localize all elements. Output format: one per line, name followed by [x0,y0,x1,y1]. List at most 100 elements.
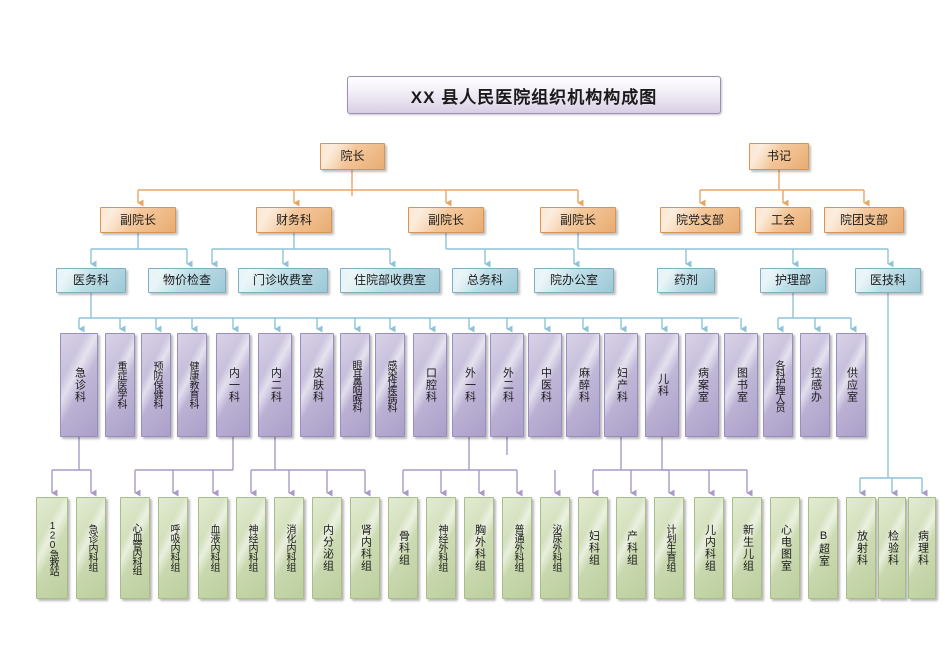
org-node-label: 心血管内科组 [130,522,141,574]
org-node-label: 急诊内科组 [86,524,97,572]
org-node-fuyuanzhang-2[interactable]: 副院长 [408,207,484,233]
org-node-fuchanke[interactable]: 妇产科 [604,333,638,437]
org-node-yuanbangongshi[interactable]: 院办公室 [534,268,614,293]
org-node-fukezu[interactable]: 妇科组 [578,497,608,599]
org-node-erneikezu[interactable]: 儿内科组 [694,497,724,599]
org-node-label: 工会 [770,212,795,227]
org-node-jijiuzhan120[interactable]: 120急救站 [36,497,68,599]
org-node-gukezu[interactable]: 骨科组 [388,497,418,599]
org-node-label: 心电图室 [779,524,792,572]
org-node-fangshieke[interactable]: 放射科 [846,497,876,599]
org-node-erke[interactable]: 儿科 [645,333,679,437]
org-node-bingantshi[interactable]: 病案室 [685,333,719,437]
org-node-neiyike[interactable]: 内一科 [216,333,250,437]
org-node-label: 院长 [340,149,365,164]
org-node-label: 副院长 [427,212,464,227]
org-node-label: 重症医学科 [115,361,126,409]
org-node-yaoji[interactable]: 药剂 [657,268,715,293]
org-node-wujiajiancha[interactable]: 物价检查 [148,268,226,293]
org-node-bchaoshi[interactable]: B超室 [808,497,838,599]
org-node-fuyuanzhang-1[interactable]: 副院长 [100,207,176,233]
org-node-shenjingwaikezu[interactable]: 神经外科组 [426,497,456,599]
org-node-yuanzhang[interactable]: 院长 [320,143,385,170]
org-node-label: 供应室 [845,367,858,403]
org-node-yijike[interactable]: 医技科 [855,268,921,293]
org-node-label: 普通外科组 [512,524,523,572]
org-node-gekehuliyuan[interactable]: 各科护理人员 [763,333,793,437]
org-node-zhongzhengyixueke[interactable]: 重症医学科 [105,333,135,437]
org-node-label: 财务科 [275,212,312,227]
org-node-menzhenshoufeishi[interactable]: 门诊收费室 [238,268,328,293]
org-node-yiwuke[interactable]: 医务科 [56,268,126,293]
org-node-shenneikezu[interactable]: 肾内科组 [350,497,380,599]
org-node-neifenmizu[interactable]: 内分泌组 [312,497,342,599]
org-node-label: 急诊科 [73,367,86,403]
page-title: XX 县人民医院组织机构构成图 [347,76,721,114]
org-node-xiaohuaneikezu[interactable]: 消化内科组 [274,497,304,599]
org-node-mazuike[interactable]: 麻醉科 [566,333,600,437]
org-node-miniaowaikezu[interactable]: 泌尿外科组 [540,497,570,599]
org-node-waiyike[interactable]: 外一科 [452,333,486,437]
org-node-label: 住院部收费室 [353,273,426,288]
org-node-zongwuke[interactable]: 总务科 [452,268,518,293]
org-node-yanerbiyanhouke[interactable]: 眼耳鼻咽喉科 [340,333,370,437]
org-node-jizhenneikezu[interactable]: 急诊内科组 [76,497,106,599]
org-node-label: 院团支部 [839,212,888,227]
org-node-label: 呼吸内科组 [168,524,179,572]
org-node-huxineikezu[interactable]: 呼吸内科组 [158,497,188,599]
org-node-zhongyike[interactable]: 中医科 [528,333,562,437]
org-node-xiongwaikezu[interactable]: 胸外科组 [464,497,494,599]
org-node-label: 检验科 [886,530,899,566]
org-node-ganranxingjibingke[interactable]: 感染性疾病科 [375,333,405,437]
org-node-label: 感染性疾病科 [385,359,396,411]
org-node-fuyuanzhang-3[interactable]: 副院长 [540,207,616,233]
org-node-kouqiangke[interactable]: 口腔科 [413,333,447,437]
org-node-shuji[interactable]: 书记 [749,143,809,170]
org-node-xindiantushi[interactable]: 心电图室 [770,497,800,599]
org-node-neierke[interactable]: 内二科 [258,333,292,437]
org-node-label: 内二科 [269,367,282,403]
org-node-shenjingneikezu[interactable]: 神经内科组 [236,497,266,599]
org-node-chankezu[interactable]: 产科组 [616,497,646,599]
org-node-label: 神经内科组 [246,524,257,572]
org-node-xinxueguanneikezu[interactable]: 心血管内科组 [120,497,150,599]
org-node-label: 神经外科组 [436,524,447,572]
org-node-label: 副院长 [559,212,596,227]
org-node-gonghui[interactable]: 工会 [755,207,811,233]
org-node-yufangbaojianke[interactable]: 预防保健科 [141,333,171,437]
org-node-label: 护理部 [774,273,811,288]
org-node-yuantuanzhibu[interactable]: 院团支部 [824,207,904,233]
org-node-label: 儿内科组 [703,524,716,572]
org-node-label: 麻醉科 [577,367,590,403]
org-node-gongyingshi[interactable]: 供应室 [836,333,866,437]
org-node-label: 外一科 [463,367,476,403]
org-node-jianyanke[interactable]: 检验科 [878,497,906,599]
org-node-jiankangjiaoyuke[interactable]: 健康教育科 [177,333,207,437]
org-node-waierke[interactable]: 外二科 [490,333,524,437]
org-node-xinshengerzu[interactable]: 新生儿组 [732,497,762,599]
org-node-yuandangzhibu[interactable]: 院党支部 [660,207,740,233]
org-node-tushushi[interactable]: 图书室 [724,333,758,437]
org-node-label: 图书室 [735,367,748,403]
org-node-jizhenke[interactable]: 急诊科 [60,333,98,437]
org-node-caiwuke[interactable]: 财务科 [256,207,332,233]
org-node-label: 物价检查 [162,273,211,288]
org-node-xueyeneikezu[interactable]: 血液内科组 [198,497,228,599]
org-node-pifuke[interactable]: 皮肤科 [300,333,334,437]
org-node-label: 血液内科组 [208,524,219,572]
org-node-hulibu[interactable]: 护理部 [760,268,826,293]
org-node-konggan[interactable]: 控感办 [800,333,830,437]
org-node-label: 骨科组 [397,530,410,566]
org-node-zhuyuanbushoufeishi[interactable]: 住院部收费室 [340,268,440,293]
org-node-label: 消化内科组 [284,524,295,572]
org-node-label: 放射科 [855,530,868,566]
org-node-label: 总务科 [466,273,503,288]
org-node-label: 120急救站 [47,521,58,575]
org-node-label: 各科护理人员 [773,359,784,411]
org-node-label: 病理科 [916,530,929,566]
org-node-label: 病案室 [696,367,709,403]
org-node-putongwaikezu[interactable]: 普通外科组 [502,497,532,599]
org-node-jihuashengyuzu[interactable]: 计划生育组 [654,497,684,599]
org-node-binglike[interactable]: 病理科 [908,497,936,599]
org-node-label: 新生儿组 [741,524,754,572]
